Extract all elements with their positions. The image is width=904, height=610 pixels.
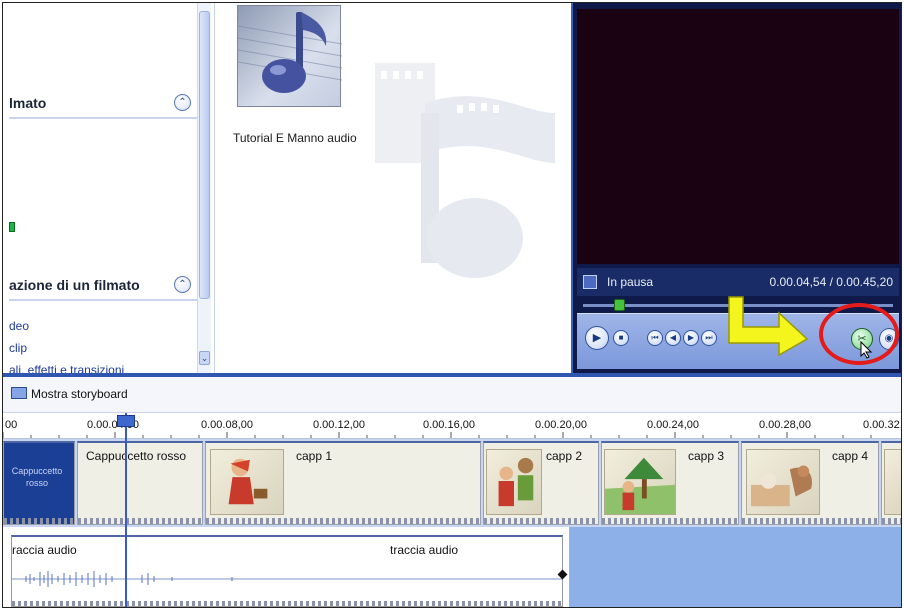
ruler-tick: 0.00.28,00 [759, 419, 811, 431]
clip-edge-dots [484, 518, 598, 524]
video-clip[interactable]: capp 2 [483, 441, 599, 525]
music-note-icon [237, 12, 343, 93]
timeline-ruler[interactable]: 00 0.00.04,00 0.00.08,00 0.00.12,00 0.00… [3, 413, 902, 439]
storyboard-icon[interactable] [11, 387, 27, 399]
storyboard-toggle-bar: Mostra storyboard [3, 377, 901, 413]
clip-edge-dots [78, 518, 202, 524]
clip-edge-dots [602, 518, 738, 524]
ruler-tick: 0.00.16,00 [423, 419, 475, 431]
audio-clip-thumbnail[interactable] [237, 5, 343, 107]
audio-clip[interactable]: raccia audio traccia audio [11, 535, 568, 607]
monitor-mode-icon[interactable] [583, 275, 597, 289]
video-track: Cappuccetto rosso Cappuccetto rosso capp… [3, 439, 901, 527]
movie-maker-window: lmato ⌃ azione di un filmato ⌃ deo clip … [2, 2, 902, 608]
audio-clip-name: raccia audio [12, 543, 77, 557]
title-clip[interactable]: Cappuccetto rosso [3, 441, 75, 525]
ruler-tick: 0.00.12,00 [313, 419, 365, 431]
clip-thumbnail [604, 449, 676, 515]
filmstrip-note-watermark [375, 63, 555, 278]
clip-thumbnail [884, 449, 901, 515]
preview-monitor: In pausa 0.00.04,54 / 0.00.45,20 ▶ ■ ⏮ ◀… [571, 3, 901, 373]
ruler-tick: 0.00.32, [863, 419, 902, 431]
playback-state: In pausa [607, 275, 654, 289]
video-clip[interactable]: capp 3 [601, 441, 739, 525]
audio-clip-label: Tutorial E Manno audio [233, 131, 357, 145]
task-section-title: lmato [9, 95, 47, 111]
seek-thumb[interactable] [614, 299, 625, 311]
mouse-cursor-icon [860, 341, 873, 359]
playhead-line[interactable] [125, 413, 127, 607]
collection-pane: Tutorial E Manno audio [215, 3, 571, 373]
clip-illustration [498, 457, 534, 507]
clip-thumbnail [746, 449, 820, 515]
stop-icon[interactable]: ■ [613, 330, 629, 346]
rewind-icon[interactable]: ◀ [665, 330, 681, 346]
tasks-pane: lmato ⌃ azione di un filmato ⌃ deo clip … [3, 3, 215, 373]
audio-waveform [12, 571, 562, 587]
clip-edge-dots [206, 518, 480, 524]
clip-illustration [751, 465, 812, 507]
clip-name: capp 4 [832, 449, 869, 463]
ruler-ticks [3, 432, 872, 438]
clip-illustration [228, 458, 268, 505]
task-section-title-editing: azione di un filmato [9, 277, 140, 293]
audio-track-empty-area [569, 527, 901, 607]
ruler-tick: 0.00.20,00 [535, 419, 587, 431]
clip-edge-dots [882, 518, 901, 524]
annotation-arrow [728, 296, 809, 357]
clip-name: capp 2 [546, 449, 583, 463]
scroll-down-icon[interactable]: ⌄ [199, 351, 210, 365]
clip-edge-dots [742, 518, 878, 524]
status-marker [9, 222, 15, 232]
task-section-header-editing[interactable]: azione di un filmato ⌃ [9, 269, 199, 301]
collapse-icon[interactable]: ⌃ [174, 94, 191, 111]
video-clip[interactable]: capp 1 [205, 441, 481, 525]
tasks-scrollbar[interactable]: ⌄ [197, 3, 211, 373]
play-icon[interactable]: ▶ [585, 326, 609, 350]
ruler-tick: 0.00.24,00 [647, 419, 699, 431]
ruler-tick: 00 [5, 419, 18, 431]
video-clip[interactable]: Cappuccetto rosso [77, 441, 203, 525]
task-link-video[interactable]: deo [9, 319, 29, 333]
task-link-effects[interactable]: ali, effetti e transizioni [9, 363, 124, 373]
video-clip[interactable] [881, 441, 901, 525]
collapse-icon[interactable]: ⌃ [174, 276, 191, 293]
audio-clip-name-right: traccia audio [390, 543, 459, 557]
clip-name: Cappuccetto rosso [86, 449, 187, 463]
task-link-clip[interactable]: clip [9, 341, 27, 355]
clip-illustration [605, 457, 675, 514]
task-section-header[interactable]: lmato ⌃ [9, 87, 199, 119]
clip-thumbnail [486, 449, 542, 515]
preview-screen [577, 9, 899, 264]
clip-name: capp 3 [688, 449, 725, 463]
ruler-tick: 0.00.08,00 [201, 419, 253, 431]
show-storyboard-button[interactable]: Mostra storyboard [31, 387, 128, 401]
title-clip-text: Cappuccetto rosso [11, 466, 63, 488]
clip-edge-dots [12, 601, 562, 606]
forward-icon[interactable]: ▶ [683, 330, 699, 346]
scrollbar-thumb[interactable] [199, 11, 210, 299]
previous-frame-icon[interactable]: ⏮ [647, 330, 663, 346]
playback-time: 0.00.04,54 / 0.00.45,20 [769, 275, 893, 289]
video-clip[interactable]: capp 4 [741, 441, 879, 525]
monitor-status-bar: In pausa 0.00.04,54 / 0.00.45,20 [577, 268, 899, 296]
clip-edge-dots [4, 518, 74, 524]
clip-name: capp 1 [296, 449, 333, 463]
playhead-handle[interactable] [117, 415, 135, 427]
next-frame-icon[interactable]: ⏭ [701, 330, 717, 346]
clip-thumbnail [210, 449, 284, 515]
